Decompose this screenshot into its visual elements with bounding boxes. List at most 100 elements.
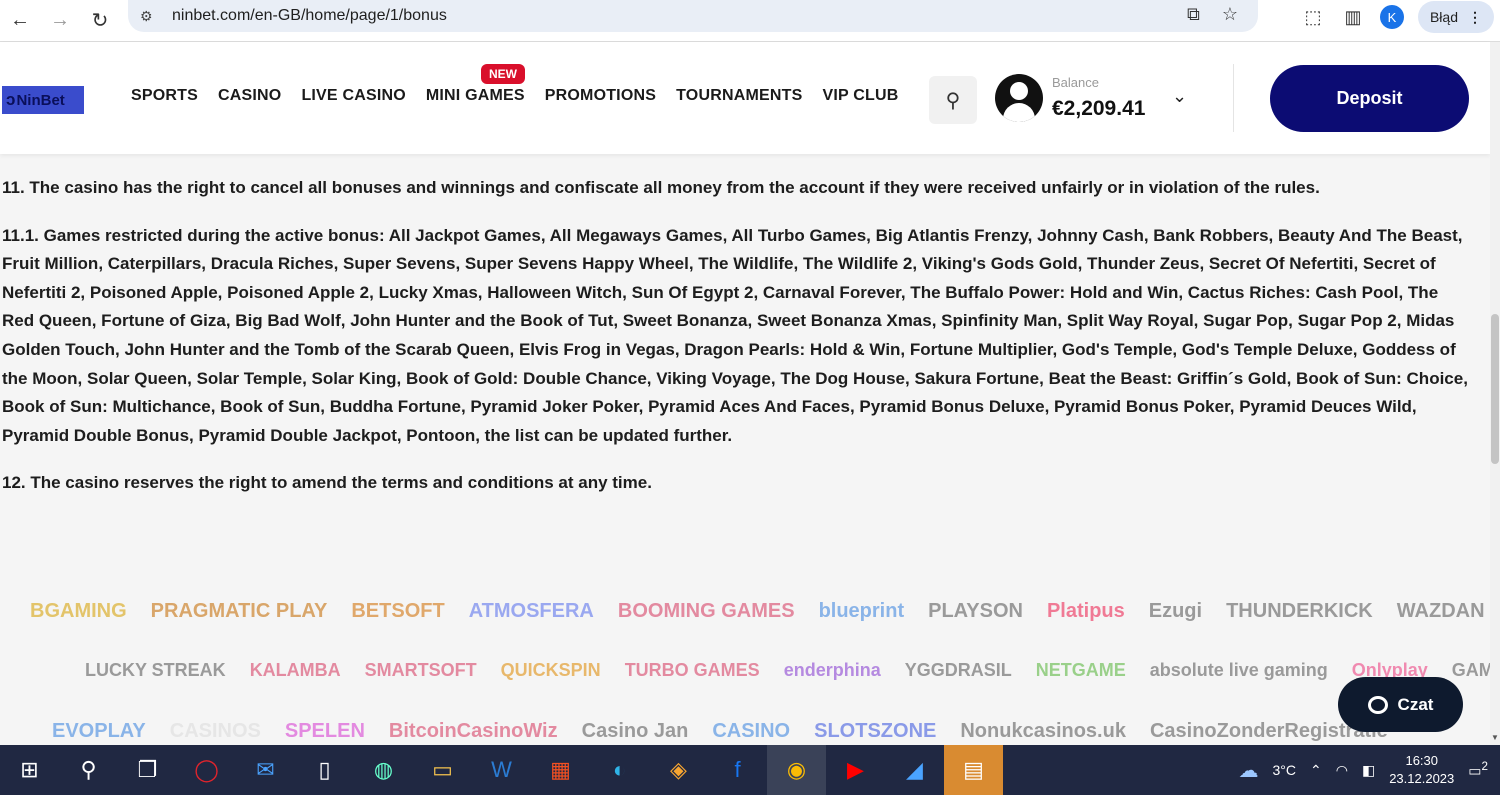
- search-icon: ⚲: [945, 89, 961, 112]
- reload-icon[interactable]: ↻: [80, 3, 120, 39]
- globe-icon[interactable]: ◍: [354, 745, 413, 795]
- deposit-button[interactable]: Deposit: [1270, 65, 1469, 132]
- youtube-icon[interactable]: ▶: [826, 745, 885, 795]
- provider-logo-row2-6: YGGDRASIL: [904, 660, 1012, 680]
- provider-logo-row2-3: QUICKSPIN: [500, 660, 601, 680]
- provider-logo-row3-0: EVOPLAY: [52, 720, 146, 742]
- provider-logo-row2-4: TURBO GAMES: [624, 660, 760, 680]
- scroll-thumb[interactable]: [1491, 314, 1499, 464]
- notification-count: 2: [1481, 760, 1488, 774]
- facebook-icon[interactable]: f: [708, 745, 767, 795]
- weather-temp[interactable]: 3°C: [1273, 762, 1297, 778]
- side-panel-icon[interactable]: ▥: [1340, 7, 1366, 28]
- provider-logo-row1-6: PLAYSON: [928, 600, 1023, 622]
- taskbar-search-icon[interactable]: ⚲: [59, 745, 118, 795]
- task-view-icon[interactable]: ❐: [118, 745, 177, 795]
- forward-arrow-icon[interactable]: →: [40, 3, 80, 39]
- nav-tournaments[interactable]: TOURNAMENTS: [676, 87, 802, 105]
- provider-logo-row3-4: Casino Jan: [581, 720, 689, 742]
- nav-sports[interactable]: SPORTS: [131, 87, 198, 105]
- provider-logo-row3-5: CASINO: [712, 720, 791, 742]
- nav-live-casino[interactable]: LIVE CASINO: [301, 87, 405, 105]
- new-badge: NEW: [481, 64, 525, 84]
- notepad-icon[interactable]: ▤: [944, 745, 1003, 795]
- file-icon[interactable]: ▯: [295, 745, 354, 795]
- provider-logo-row1-2: BETSOFT: [351, 600, 445, 622]
- nav-promotions[interactable]: PROMOTIONS: [545, 87, 656, 105]
- clock[interactable]: 16:30 23.12.2023: [1389, 752, 1454, 788]
- provider-logo-row2-0: LUCKY STREAK: [85, 660, 226, 680]
- windows-start-icon[interactable]: ⊞: [0, 745, 59, 795]
- tray-chevron-up-icon[interactable]: ⌃: [1310, 762, 1322, 779]
- wifi-icon[interactable]: ◠: [1336, 762, 1348, 779]
- user-avatar-icon[interactable]: [995, 74, 1043, 122]
- provider-logo-row1-7: Platipus: [1046, 600, 1125, 622]
- file-explorer-icon[interactable]: ▭: [413, 745, 472, 795]
- term-paragraph-11: 11. The casino has the right to cancel a…: [2, 178, 1320, 197]
- nav-mini-games[interactable]: MINI GAMES: [426, 87, 525, 105]
- chat-button[interactable]: Czat: [1338, 677, 1463, 732]
- provider-logo-row2-5: enderphina: [783, 660, 881, 680]
- balance-label: Balance: [1052, 75, 1099, 90]
- mail-icon[interactable]: ✉: [236, 745, 295, 795]
- provider-logo-row3-1: CASINOS: [169, 720, 261, 742]
- header-divider: [1233, 64, 1234, 132]
- chrome-icon[interactable]: ◉: [767, 745, 826, 795]
- provider-logo-row3-7: Nonukcasinos.uk: [960, 720, 1126, 742]
- provider-logo-row1-10: WAZDAN: [1396, 600, 1485, 622]
- provider-row-1: BGAMING PRAGMATIC PLAY BETSOFT ATMOSFERA BOO…: [30, 600, 1490, 623]
- menu-dots-icon: ⋮: [1468, 8, 1482, 25]
- provider-logo-row3-2: SPELEN: [284, 720, 365, 742]
- search-button[interactable]: ⚲: [929, 76, 977, 124]
- paint-icon[interactable]: ◢: [885, 745, 944, 795]
- provider-logo-row2-7: NETGAME: [1035, 660, 1126, 680]
- word-icon[interactable]: W: [472, 745, 531, 795]
- store-icon[interactable]: ▦: [531, 745, 590, 795]
- provider-logo-row2-1: KALAMBA: [249, 660, 341, 680]
- install-app-icon[interactable]: ⧉: [1187, 4, 1200, 25]
- page-scrollbar[interactable]: ▼: [1490, 42, 1500, 745]
- edge-icon[interactable]: ◐: [590, 745, 649, 795]
- provider-row-3: EVOPLAY CASINOS SPELEN BitcoinCasinoWiz Casi…: [52, 720, 1412, 743]
- scroll-down-icon[interactable]: ▼: [1490, 733, 1500, 745]
- bookmark-star-icon[interactable]: ☆: [1222, 4, 1238, 25]
- main-nav: SPORTS CASINO LIVE CASINO MINI GAMES PRO…: [131, 87, 898, 105]
- cloud-icon: ☁: [1238, 759, 1259, 782]
- clock-time: 16:30: [1405, 753, 1439, 768]
- provider-logo-row1-3: ATMOSFERA: [468, 600, 594, 622]
- system-tray: ☁ 3°C ⌃ ◠ ◧ 16:30 23.12.2023 ▭2: [1239, 745, 1500, 795]
- chat-bubble-icon: [1367, 695, 1388, 714]
- provider-logos: BGAMING PRAGMATIC PLAY BETSOFT ATMOSFERA BOO…: [0, 590, 1490, 745]
- opera-icon[interactable]: ◯: [177, 745, 236, 795]
- back-arrow-icon[interactable]: ←: [0, 3, 40, 39]
- provider-logo-row1-4: BOOMING GAMES: [617, 600, 795, 622]
- provider-logo-row3-6: SLOTSZONE: [814, 720, 937, 742]
- provider-logo-row1-9: THUNDERKICK: [1226, 600, 1373, 622]
- notification-icon[interactable]: ▭2: [1468, 760, 1488, 780]
- provider-logo-row3-3: BitcoinCasinoWiz: [388, 720, 558, 742]
- site-logo[interactable]: ↄ NinBet: [2, 86, 84, 114]
- site-settings-icon[interactable]: ⚙: [140, 8, 164, 25]
- balance-value[interactable]: €2,209.41: [1052, 97, 1145, 121]
- brave-icon[interactable]: ◈: [649, 745, 708, 795]
- error-pill[interactable]: Błąd ⋮: [1417, 1, 1494, 33]
- browser-toolbar: ← → ↻ ⚙ ninbet.com/en-GB/home/page/1/bon…: [0, 0, 1500, 42]
- logo-text: NinBet: [16, 91, 65, 109]
- site-header: ↄ NinBet SPORTS CASINO LIVE CASINO MINI …: [0, 42, 1490, 154]
- chevron-down-icon[interactable]: ⌄: [1172, 86, 1187, 107]
- provider-logo-row1-1: PRAGMATIC PLAY: [150, 600, 328, 622]
- provider-logo-row2-8: absolute live gaming: [1149, 660, 1328, 680]
- windows-taskbar: ⊞ ⚲ ❐ ◯ ✉ ▯ ◍ ▭ W ▦ ◐ ◈ f ◉ ▶ ◢ ▤ ☁ 3°C …: [0, 745, 1500, 795]
- chat-label: Czat: [1397, 694, 1434, 714]
- profile-avatar[interactable]: K: [1379, 5, 1404, 29]
- logo-mark-icon: ↄ: [6, 90, 16, 109]
- nav-casino[interactable]: CASINO: [218, 87, 281, 105]
- extensions-icon[interactable]: ⬚: [1300, 7, 1326, 28]
- speaker-icon[interactable]: ◧: [1362, 762, 1375, 779]
- clock-date: 23.12.2023: [1389, 771, 1455, 786]
- address-bar[interactable]: ⚙ ninbet.com/en-GB/home/page/1/bonus ⧉ ☆: [128, 0, 1258, 32]
- provider-row-2: LUCKY STREAK KALAMBA SMARTSOFT QUICKSPIN TUR…: [85, 660, 1490, 681]
- bonus-terms-content: 11. The casino has the right to cancel a…: [2, 174, 1472, 517]
- nav-vip-club[interactable]: VIP CLUB: [822, 87, 898, 105]
- url-text: ninbet.com/en-GB/home/page/1/bonus: [172, 7, 447, 24]
